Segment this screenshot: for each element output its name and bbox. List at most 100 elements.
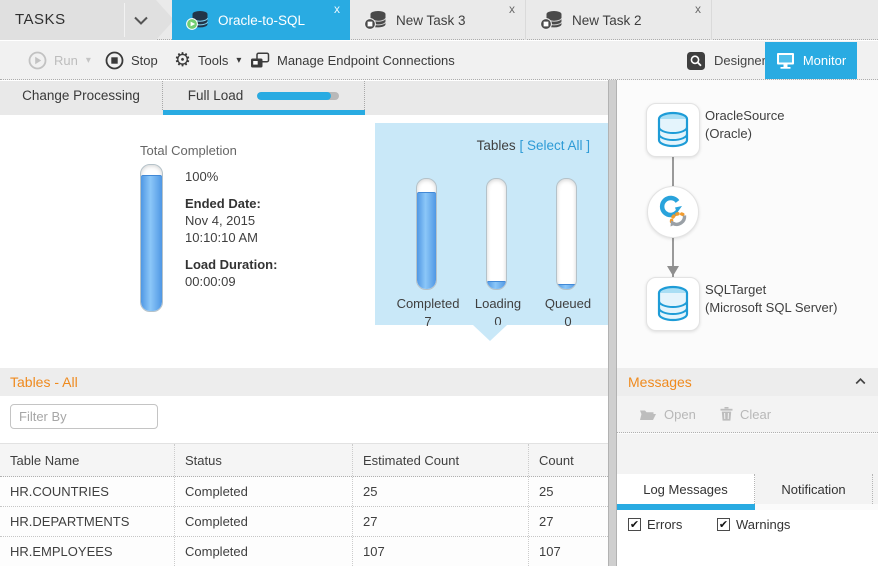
column-header-table-name[interactable]: Table Name <box>0 444 175 476</box>
cell-status: Completed <box>175 507 353 536</box>
column-header-count[interactable]: Count <box>529 444 608 476</box>
designer-button[interactable]: Designer <box>686 41 766 80</box>
gauge-queued-tube <box>556 178 577 290</box>
monitor-view-tabs: Change Processing Full Load <box>0 81 608 115</box>
table-row[interactable]: HR.DEPARTMENTS Completed 27 27 <box>0 507 608 537</box>
target-endpoint-label: SQLTarget (Microsoft SQL Server) <box>705 281 837 317</box>
task-tab-new-task-3[interactable]: New Task 3 x <box>350 0 526 40</box>
errors-checkbox[interactable] <box>628 518 641 531</box>
table-header-row: Table Name Status Estimated Count Count <box>0 443 608 477</box>
tables-summary-panel: Tables [ Select All ] Completed 7 Loadin… <box>375 123 608 325</box>
tables-grid: Table Name Status Estimated Count Count … <box>0 443 608 566</box>
gauge-completed-fill <box>417 192 436 289</box>
arrow-down-icon <box>667 266 679 276</box>
full-load-monitor-area: Total Completion 100% Ended Date: Nov 4,… <box>0 115 608 566</box>
tools-caret-icon <box>236 55 241 66</box>
task-tab-label: New Task 2 <box>572 13 642 28</box>
errors-label: Errors <box>647 517 682 532</box>
task-tab-new-task-2[interactable]: New Task 2 x <box>526 0 712 40</box>
open-folder-icon <box>639 408 657 421</box>
run-icon <box>28 51 47 70</box>
manage-endpoints-label: Manage Endpoint Connections <box>277 53 455 68</box>
gauge-queued-fill <box>557 284 576 290</box>
cell-status: Completed <box>175 537 353 566</box>
tasks-menu[interactable]: TASKS <box>0 0 174 40</box>
panel-splitter[interactable] <box>608 80 617 566</box>
warnings-checkbox[interactable] <box>717 518 730 531</box>
full-load-progress-fill <box>257 92 331 100</box>
run-button[interactable]: Run <box>28 41 91 80</box>
clear-button[interactable]: Clear <box>720 396 771 432</box>
target-endpoint-type: (Microsoft SQL Server) <box>705 299 837 317</box>
cell-table-name: HR.COUNTRIES <box>0 477 175 506</box>
tab-full-load[interactable]: Full Load <box>163 81 365 110</box>
source-endpoint-name: OracleSource <box>705 107 784 125</box>
stop-icon <box>105 51 124 70</box>
task-tab-oracle-to-sql[interactable]: Oracle-to-SQL x <box>172 0 350 40</box>
tab-log-messages-label: Log Messages <box>643 482 728 497</box>
tables-summary-title: Tables [ Select All ] <box>477 138 590 153</box>
table-row[interactable]: HR.EMPLOYEES Completed 107 107 <box>0 537 608 566</box>
warnings-checkbox-row: Warnings <box>717 517 790 532</box>
load-duration-value: 00:00:09 <box>185 273 277 290</box>
column-header-estimated-count[interactable]: Estimated Count <box>353 444 529 476</box>
chevron-down-icon[interactable] <box>133 16 149 25</box>
tab-notification-label: Notification <box>781 482 845 497</box>
tab-log-messages[interactable]: Log Messages <box>617 474 755 504</box>
source-endpoint-type: (Oracle) <box>705 125 784 143</box>
tables-summary-title-text: Tables <box>477 138 516 153</box>
tab-notification[interactable]: Notification <box>755 474 873 504</box>
cell-table-name: HR.DEPARTMENTS <box>0 507 175 536</box>
cell-count: 107 <box>529 537 608 566</box>
chevron-up-icon[interactable] <box>855 378 866 385</box>
messages-header: Messages <box>617 368 878 396</box>
gauge-loading-value: 0 <box>463 314 533 329</box>
target-endpoint-node[interactable] <box>646 277 700 331</box>
open-button[interactable]: Open <box>639 396 696 432</box>
cell-status: Completed <box>175 477 353 506</box>
database-icon <box>655 285 691 323</box>
database-icon <box>655 111 691 149</box>
select-all-link[interactable]: [ Select All ] <box>519 138 590 153</box>
sync-icon <box>654 193 692 231</box>
ended-date-value: Nov 4, 2015 <box>185 212 277 229</box>
total-completion-gauge-fill <box>141 175 162 311</box>
column-header-status[interactable]: Status <box>175 444 353 476</box>
cell-table-name: HR.EMPLOYEES <box>0 537 175 566</box>
task-tab-strip: TASKS Oracle-to-SQL x <box>0 0 878 40</box>
messages-spacer <box>617 434 878 474</box>
close-tab-icon[interactable]: x <box>334 3 340 15</box>
messages-tabs: Log Messages Notification <box>617 474 878 504</box>
gear-icon: ⚙ <box>174 51 191 70</box>
gauge-completed-label: Completed <box>393 296 463 311</box>
errors-checkbox-row: Errors <box>628 517 682 532</box>
open-label: Open <box>664 407 696 422</box>
source-endpoint-node[interactable] <box>646 103 700 157</box>
log-messages-content: Errors Warnings <box>617 510 878 566</box>
gauge-loading-fill <box>487 281 506 289</box>
gauge-loading-label: Loading <box>463 296 533 311</box>
clear-label: Clear <box>740 407 771 422</box>
ended-time-value: 10:10:10 AM <box>185 229 277 246</box>
replication-task-node[interactable] <box>647 186 699 238</box>
trash-icon <box>720 407 733 421</box>
designer-icon <box>686 51 706 71</box>
monitor-button[interactable]: Monitor <box>765 42 857 79</box>
cell-count: 25 <box>529 477 608 506</box>
tasks-title: TASKS <box>15 11 66 28</box>
table-row[interactable]: HR.COUNTRIES Completed 25 25 <box>0 477 608 507</box>
task-tab-label: Oracle-to-SQL <box>218 13 305 28</box>
stop-button[interactable]: Stop <box>105 41 158 80</box>
close-tab-icon[interactable]: x <box>695 3 701 15</box>
gauge-queued-value: 0 <box>533 314 603 329</box>
task-tab-label: New Task 3 <box>396 13 466 28</box>
cell-estimated-count: 27 <box>353 507 529 536</box>
manage-endpoints-button[interactable]: Manage Endpoint Connections <box>250 41 455 80</box>
tools-button[interactable]: ⚙ Tools <box>174 41 241 80</box>
source-endpoint-label: OracleSource (Oracle) <box>705 107 784 143</box>
cell-estimated-count: 25 <box>353 477 529 506</box>
close-tab-icon[interactable]: x <box>509 3 515 15</box>
task-map-panel: OracleSource (Oracle) SQLTarget (Microso… <box>617 80 878 566</box>
tab-change-processing[interactable]: Change Processing <box>0 81 163 110</box>
filter-input[interactable] <box>10 404 158 429</box>
